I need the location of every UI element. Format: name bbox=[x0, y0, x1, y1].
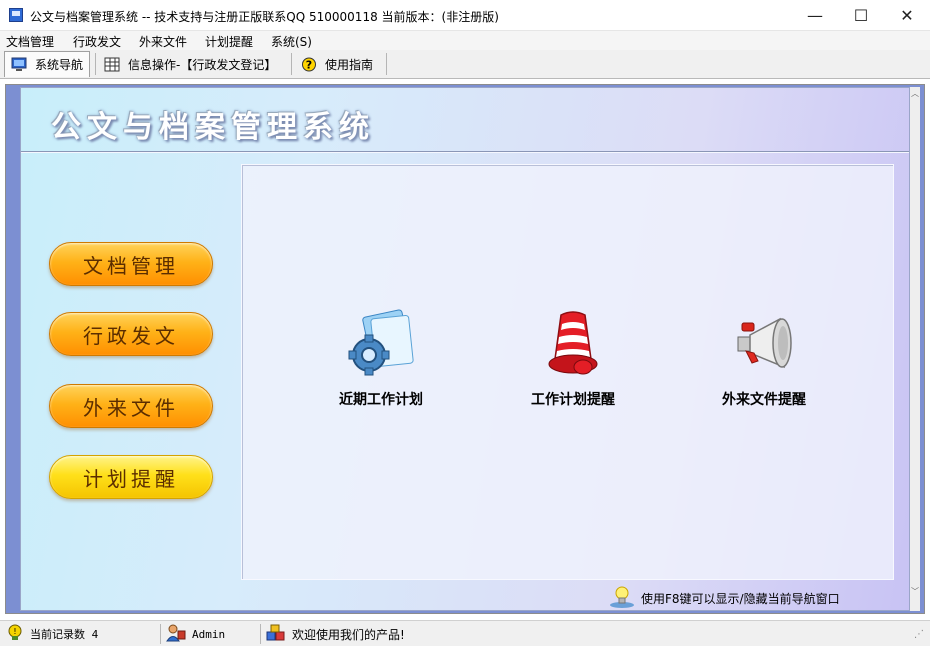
help-icon: ? bbox=[301, 57, 317, 72]
title-bar: 公文与档案管理系统 -- 技术支持与注册正版联系QQ 510000118 当前版… bbox=[0, 0, 930, 31]
maximize-button[interactable]: ☐ bbox=[838, 0, 884, 31]
hint-text: 使用F8键可以显示/隐藏当前导航窗口 bbox=[641, 591, 840, 606]
feature-work-plan-reminder[interactable]: 工作计划提醒 bbox=[508, 307, 638, 409]
tab-separator bbox=[386, 53, 387, 75]
tab-info-operation[interactable]: 信息操作-【行政发文登记】 bbox=[104, 51, 286, 77]
status-welcome: 欢迎使用我们的产品! bbox=[266, 621, 405, 646]
welcome-text: 欢迎使用我们的产品! bbox=[292, 627, 405, 642]
tab-label: 使用指南 bbox=[325, 57, 374, 72]
feature-label: 外来文件提醒 bbox=[722, 392, 806, 408]
menu-item-system[interactable]: 系统(S) bbox=[271, 33, 312, 50]
vertical-scrollbar[interactable]: ︿ ﹀ bbox=[910, 87, 920, 611]
menu-item-documents[interactable]: 文档管理 bbox=[6, 33, 54, 50]
lightbulb-icon bbox=[609, 585, 635, 611]
menu-bar: 文档管理 行政发文 外来文件 计划提醒 系统(S) bbox=[0, 31, 930, 50]
nav-button-incoming[interactable]: 外来文件 bbox=[49, 384, 213, 428]
f8-hint: 使用F8键可以显示/隐藏当前导航窗口 bbox=[609, 584, 840, 611]
tab-separator bbox=[95, 53, 96, 75]
nav-button-dispatch[interactable]: 行政发文 bbox=[49, 312, 213, 356]
status-user: Admin bbox=[166, 621, 225, 646]
tab-separator bbox=[291, 53, 292, 75]
status-separator bbox=[160, 624, 161, 644]
minimize-button[interactable]: — bbox=[792, 0, 838, 31]
user-name: Admin bbox=[192, 627, 226, 641]
navigation-canvas: 公文与档案管理系统 文档管理 行政发文 外来文件 计划提醒 近期工作计划 工作计… bbox=[20, 87, 910, 611]
window-title: 公文与档案管理系统 -- 技术支持与注册正版联系QQ 510000118 当前版… bbox=[30, 10, 499, 24]
status-record-count: ! 当前记录数 4 bbox=[6, 621, 98, 646]
monitor-icon bbox=[11, 57, 27, 72]
resize-grip-icon[interactable]: ⋰ bbox=[914, 621, 924, 646]
menu-item-incoming[interactable]: 外来文件 bbox=[139, 33, 187, 50]
feature-label: 近期工作计划 bbox=[339, 392, 423, 408]
title-divider bbox=[21, 151, 909, 153]
tab-label: 系统导航 bbox=[35, 58, 84, 72]
status-bar: ! 当前记录数 4 Admin 欢迎使用我们的产品! ⋰ bbox=[0, 620, 930, 646]
tab-user-guide[interactable]: ? 使用指南 bbox=[301, 51, 385, 77]
system-title: 公文与档案管理系统 bbox=[51, 110, 375, 145]
nav-button-plan-reminder[interactable]: 计划提醒 bbox=[49, 455, 213, 499]
close-button[interactable]: ✕ bbox=[884, 0, 930, 31]
scroll-up-arrow[interactable]: ︿ bbox=[910, 89, 920, 99]
tab-strip: 系统导航 信息操作-【行政发文登记】 ? 使用指南 bbox=[0, 50, 930, 79]
feature-label: 工作计划提醒 bbox=[531, 392, 615, 408]
status-separator bbox=[260, 624, 261, 644]
feature-recent-work-plan[interactable]: 近期工作计划 bbox=[316, 307, 446, 409]
record-count-text: 当前记录数 4 bbox=[30, 628, 99, 641]
menu-item-dispatch[interactable]: 行政发文 bbox=[73, 33, 121, 50]
svg-text:?: ? bbox=[306, 58, 312, 71]
main-frame: 公文与档案管理系统 文档管理 行政发文 外来文件 计划提醒 近期工作计划 工作计… bbox=[5, 84, 925, 614]
gear-document-icon bbox=[316, 307, 446, 383]
bell-icon bbox=[508, 307, 638, 383]
warning-bulb-icon: ! bbox=[6, 624, 24, 645]
boxes-icon bbox=[266, 624, 286, 645]
tab-system-navigation[interactable]: 系统导航 bbox=[4, 51, 90, 77]
app-icon bbox=[9, 8, 23, 22]
feature-panel: 近期工作计划 工作计划提醒 外来文件提醒 bbox=[241, 164, 894, 580]
grid-icon bbox=[104, 57, 120, 72]
megaphone-icon bbox=[699, 307, 829, 383]
menu-item-plan-reminder[interactable]: 计划提醒 bbox=[205, 33, 253, 50]
scroll-down-arrow[interactable]: ﹀ bbox=[910, 587, 920, 597]
user-icon bbox=[166, 624, 186, 645]
feature-incoming-reminder[interactable]: 外来文件提醒 bbox=[699, 307, 829, 409]
tab-label: 信息操作-【行政发文登记】 bbox=[128, 57, 277, 72]
nav-button-documents[interactable]: 文档管理 bbox=[49, 242, 213, 286]
svg-text:!: ! bbox=[13, 627, 16, 636]
